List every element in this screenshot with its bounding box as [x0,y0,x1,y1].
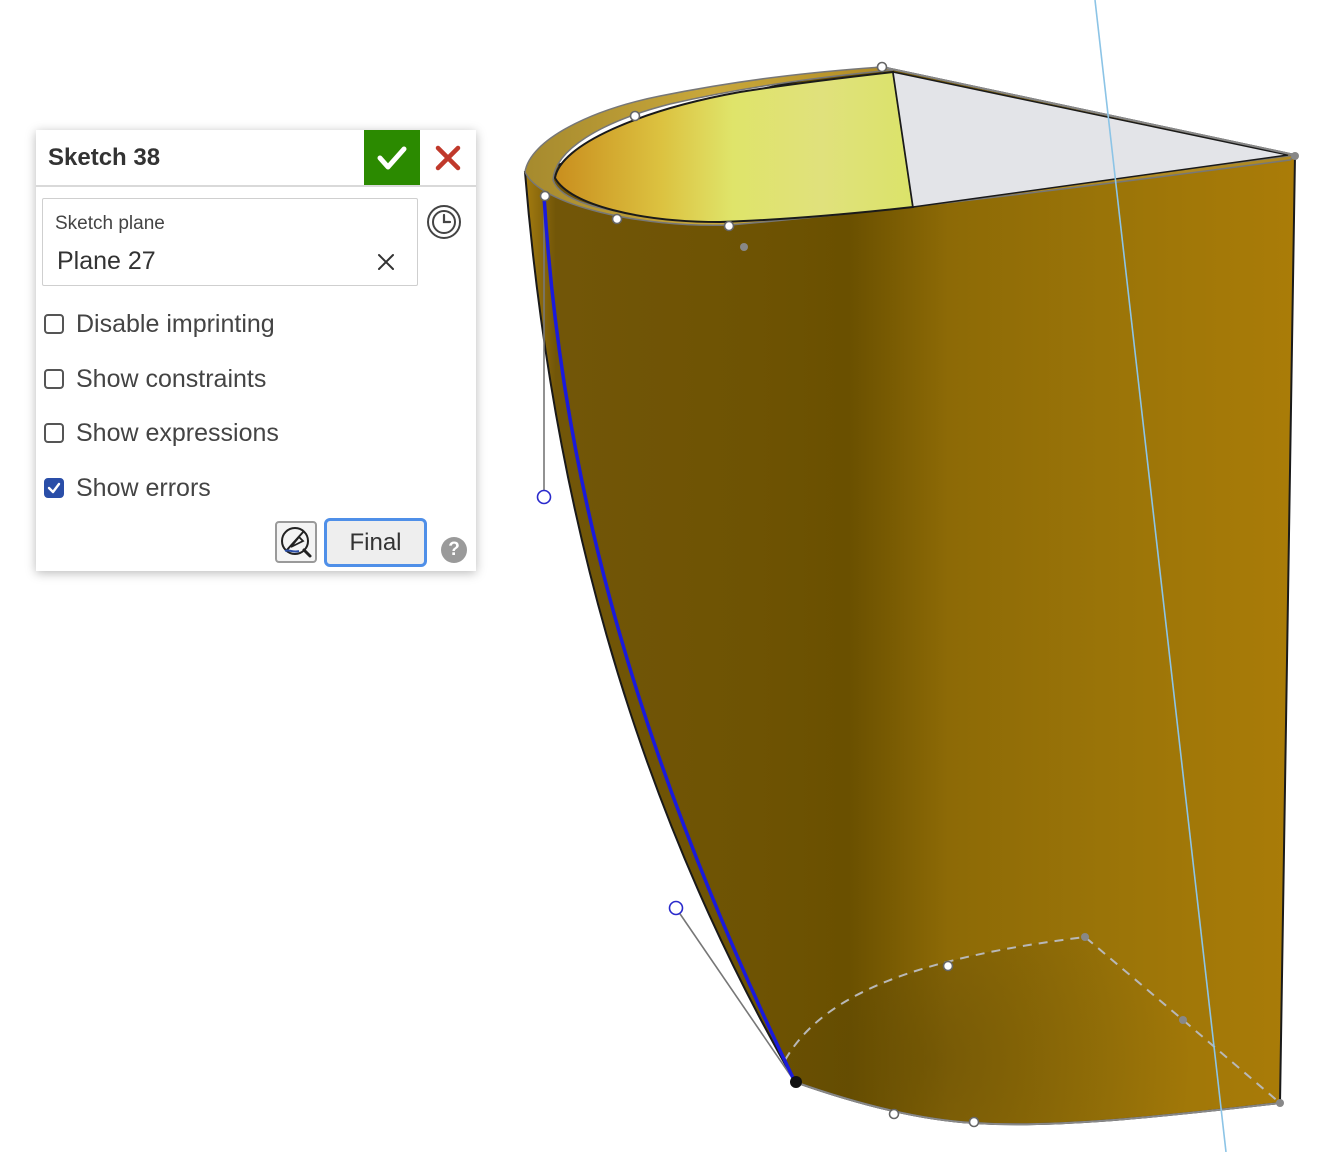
sketch-plane-value[interactable]: Plane 27 [57,247,156,276]
cancel-button[interactable] [424,130,472,185]
accept-button[interactable] [364,130,420,185]
final-button-label: Final [349,528,402,556]
solid-body[interactable] [523,65,1297,1126]
show-expressions-checkbox[interactable] [44,423,64,443]
show-expressions-option[interactable]: Show expressions [44,418,279,448]
history-button[interactable] [426,204,462,240]
dialog-header: Sketch 38 [36,130,476,187]
sketch-inspect-icon [281,527,312,558]
help-icon[interactable]: ? [441,537,467,563]
show-constraints-label: Show constraints [76,364,267,393]
clear-x-icon [378,254,394,270]
show-constraints-checkbox[interactable] [44,369,64,389]
show-errors-option[interactable]: Show errors [44,473,211,503]
sketch-plane-field[interactable]: Sketch plane Plane 27 [42,198,418,286]
show-constraints-option[interactable]: Show constraints [44,364,266,394]
close-icon [435,145,461,170]
inner-face [553,70,915,224]
checkmark-icon [377,146,407,169]
dialog-title: Sketch 38 [48,144,161,171]
clear-plane-button[interactable] [373,249,399,275]
sketch-inspect-button[interactable] [275,521,317,563]
disable-imprinting-checkbox[interactable] [44,314,64,334]
sketch-plane-label: Sketch plane [55,213,165,234]
disable-imprinting-option[interactable]: Disable imprinting [44,309,275,339]
final-button[interactable]: Final [324,518,427,567]
spline-end-point[interactable] [790,1076,802,1088]
show-errors-label: Show errors [76,473,211,502]
show-expressions-label: Show expressions [76,418,279,447]
show-errors-checkbox[interactable] [44,478,64,498]
checkbox-check-icon [47,482,61,494]
handle-point-bottom[interactable] [668,900,684,916]
disable-imprinting-label: Disable imprinting [76,309,275,338]
clock-history-icon [427,205,461,239]
sketch-dialog: Sketch 38 Sketch plane Plane 27 Disable … [36,130,476,571]
handle-point-top[interactable] [536,489,552,505]
